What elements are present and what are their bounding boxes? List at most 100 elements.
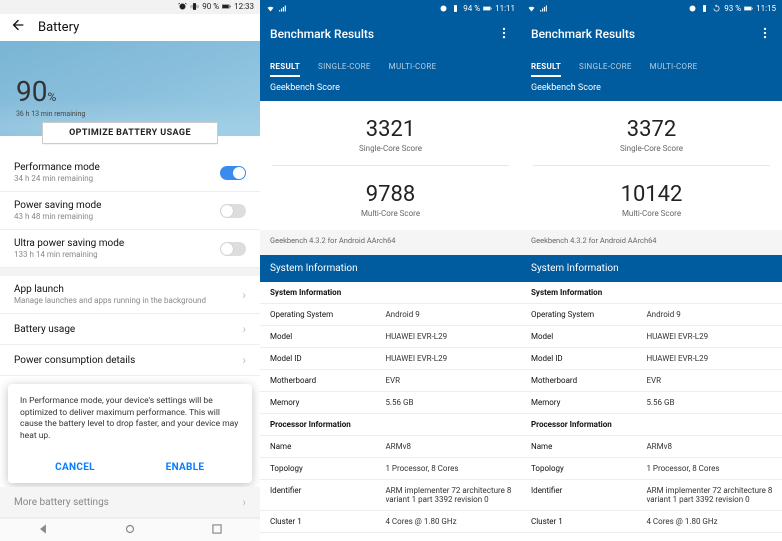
single-core-value: 3321 — [260, 117, 521, 142]
optimize-battery-button[interactable]: OPTIMIZE BATTERY USAGE — [42, 122, 218, 145]
geekbench-results-screen-2: 93 % 11:15 Benchmark Results RESULT SING… — [521, 0, 782, 541]
table-row: Memory5.56 GB — [260, 392, 521, 414]
system-info-heading: System Information — [521, 255, 782, 282]
table-row: Model IDHUAWEI EVR-L29 — [260, 348, 521, 370]
battery-usage-row[interactable]: Battery usage › — [0, 314, 260, 345]
power-saving-row[interactable]: Power saving mode43 h 48 min remaining — [0, 192, 260, 230]
vibrate-icon — [451, 4, 460, 13]
status-bar: 94 % 11:11 — [260, 0, 521, 17]
ultra-power-saving-row[interactable]: Ultra power saving mode133 h 14 min rema… — [0, 230, 260, 268]
table-row: MotherboardEVR — [521, 370, 782, 392]
tab-result[interactable]: RESULT — [270, 62, 300, 77]
row-sub: Manage launches and apps running in the … — [14, 296, 206, 305]
multi-core-label: Multi-Core Score — [521, 209, 782, 218]
table-row: ModelHUAWEI EVR-L29 — [260, 326, 521, 348]
overflow-menu-icon[interactable] — [497, 25, 511, 44]
table-row: Memory5.56 GB — [521, 392, 782, 414]
row-label: Power saving mode — [14, 200, 101, 211]
table-row: Model IDHUAWEI EVR-L29 — [521, 348, 782, 370]
section-header: System Information — [260, 282, 521, 304]
back-icon[interactable] — [10, 17, 26, 37]
battery-percent-text: 93 % — [724, 4, 741, 13]
version-text: Geekbench 4.3.2 for Android AArch64 — [521, 230, 782, 255]
battery-percent-text: 90 % — [202, 2, 219, 11]
tab-multi-core[interactable]: MULTI-CORE — [389, 62, 437, 77]
tab-multi-core[interactable]: MULTI-CORE — [650, 62, 698, 77]
multi-core-block: 10142 Multi-Core Score — [521, 166, 782, 230]
system-info-table: System Information Operating SystemAndro… — [521, 282, 782, 533]
app-bar: Benchmark Results — [521, 17, 782, 51]
status-bar: 90 % 12:33 — [0, 0, 260, 14]
performance-mode-row[interactable]: Performance mode34 h 24 min remaining — [0, 154, 260, 192]
app-launch-row[interactable]: App launchManage launches and apps runni… — [0, 268, 260, 314]
power-consumption-row[interactable]: Power consumption details › — [0, 345, 260, 376]
multi-core-label: Multi-Core Score — [260, 209, 521, 218]
table-row: Topology1 Processor, 8 Cores — [521, 458, 782, 480]
wifi-icon — [266, 4, 275, 13]
row-label: More battery settings — [14, 497, 109, 508]
table-row: Cluster 14 Cores @ 1.80 GHz — [260, 511, 521, 533]
battery-percent-text: 94 % — [463, 4, 480, 13]
performance-mode-toggle[interactable] — [220, 166, 246, 180]
row-label: Performance mode — [14, 162, 100, 173]
table-row: Operating SystemAndroid 9 — [521, 304, 782, 326]
table-row: Topology1 Processor, 8 Cores — [260, 458, 521, 480]
tab-bar: RESULT SINGLE-CORE MULTI-CORE — [260, 51, 521, 77]
section-header: Processor Information — [521, 414, 782, 436]
row-sub: 43 h 48 min remaining — [14, 212, 101, 221]
clock-text: 11:15 — [756, 4, 776, 13]
navigation-bar — [0, 518, 260, 541]
tab-result[interactable]: RESULT — [531, 62, 561, 77]
score-heading: Geekbench Score — [521, 77, 782, 101]
sync-icon — [712, 4, 721, 13]
signal-icon — [278, 4, 287, 13]
battery-icon — [483, 4, 492, 13]
system-info-heading: System Information — [260, 255, 521, 282]
dialog-message: In Performance mode, your device's setti… — [20, 396, 240, 442]
section-header: Processor Information — [260, 414, 521, 436]
table-row: Operating SystemAndroid 9 — [260, 304, 521, 326]
table-row: Cluster 14 Cores @ 1.80 GHz — [521, 511, 782, 533]
app-bar: Benchmark Results — [260, 17, 521, 51]
table-row: IdentifierARM implementer 72 architectur… — [521, 480, 782, 511]
power-saving-toggle[interactable] — [220, 204, 246, 218]
overflow-menu-icon[interactable] — [758, 25, 772, 44]
ultra-power-saving-toggle[interactable] — [220, 242, 246, 256]
more-battery-settings-row[interactable]: More battery settings › — [0, 487, 260, 518]
page-title: Battery — [38, 20, 79, 35]
enable-button[interactable]: ENABLE — [130, 452, 240, 483]
single-core-block: 3321 Single-Core Score — [260, 101, 521, 165]
single-core-label: Single-Core Score — [260, 144, 521, 153]
nav-back-icon[interactable] — [36, 521, 50, 540]
tab-bar: RESULT SINGLE-CORE MULTI-CORE — [521, 51, 782, 77]
page-title: Benchmark Results — [531, 27, 635, 41]
settings-list: Performance mode34 h 24 min remaining Po… — [0, 154, 260, 376]
time-remaining: 36 h 13 min remaining — [16, 110, 85, 118]
wifi-icon — [527, 4, 536, 13]
performance-mode-dialog: In Performance mode, your device's setti… — [8, 384, 252, 483]
nav-recent-icon[interactable] — [210, 521, 224, 540]
row-label: Power consumption details — [14, 355, 135, 366]
chevron-right-icon: › — [242, 495, 246, 509]
row-sub: 34 h 24 min remaining — [14, 174, 100, 183]
clock-text: 12:33 — [234, 2, 254, 11]
chevron-right-icon: › — [242, 322, 246, 336]
multi-core-block: 9788 Multi-Core Score — [260, 166, 521, 230]
battery-icon — [744, 4, 753, 13]
table-row: ModelHUAWEI EVR-L29 — [521, 326, 782, 348]
chevron-right-icon: › — [242, 353, 246, 367]
alarm-icon — [178, 2, 187, 11]
system-info-table: System Information Operating SystemAndro… — [260, 282, 521, 533]
signal-icon — [539, 4, 548, 13]
battery-level-value: 90 — [16, 75, 47, 108]
tab-single-core[interactable]: SINGLE-CORE — [579, 62, 632, 77]
percent-symbol: % — [47, 90, 56, 104]
single-core-value: 3372 — [521, 117, 782, 142]
cancel-button[interactable]: CANCEL — [20, 452, 130, 483]
nav-home-icon[interactable] — [123, 521, 137, 540]
score-heading: Geekbench Score — [260, 77, 521, 101]
tab-single-core[interactable]: SINGLE-CORE — [318, 62, 371, 77]
multi-core-value: 9788 — [260, 182, 521, 207]
row-label: Ultra power saving mode — [14, 238, 124, 249]
section-header: System Information — [521, 282, 782, 304]
